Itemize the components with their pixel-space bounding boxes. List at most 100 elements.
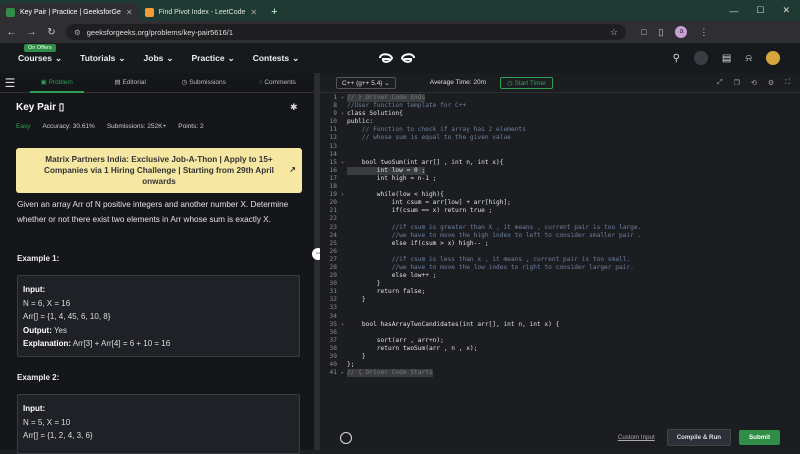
menu-tutorials[interactable]: Tutorials ⌄ bbox=[80, 53, 125, 64]
code-line[interactable]: 27 //if csum is less than x , it means ,… bbox=[320, 256, 800, 264]
menu-practice[interactable]: Practice ⌄ bbox=[192, 53, 235, 64]
code-line[interactable]: 31 return false; bbox=[320, 288, 800, 296]
code-line[interactable]: 16 int low = 0 ; bbox=[320, 166, 800, 175]
browser-tab-leetcode[interactable]: Find Pivot Index - LeetCode ✕ bbox=[139, 3, 263, 21]
bookmark-star-icon[interactable]: ☆ bbox=[610, 27, 618, 38]
code-line[interactable]: 15 ▾ bool twoSum(int arr[] , int n, int x… bbox=[320, 159, 800, 167]
code-line[interactable]: 36 bbox=[320, 329, 800, 337]
code-text: } bbox=[347, 280, 381, 288]
code-line[interactable]: 13 bbox=[320, 143, 800, 151]
submit-button[interactable]: Submit bbox=[739, 430, 780, 445]
code-line[interactable]: 24 //we have to move the high index to l… bbox=[320, 232, 800, 240]
code-line[interactable]: 28 //we have to move the low index to ri… bbox=[320, 264, 800, 272]
compile-run-button[interactable]: Compile & Run bbox=[666, 429, 732, 446]
fold-arrow-icon bbox=[341, 215, 347, 223]
custom-input-link[interactable]: Custom Input bbox=[618, 434, 655, 441]
code-line[interactable]: 40}; bbox=[320, 361, 800, 369]
code-text: public: bbox=[347, 118, 374, 126]
code-line[interactable]: 19 ▾ while(low < high){ bbox=[320, 191, 800, 199]
code-text: int csum = arr[low] + arr[high]; bbox=[347, 199, 511, 207]
language-select[interactable]: C++ (g++ 5.4) ⌄ bbox=[336, 76, 396, 89]
tab-problem[interactable]: ▣ Problem bbox=[20, 73, 94, 93]
code-line[interactable]: 17 int high = n-1 ; bbox=[320, 175, 800, 183]
code-line[interactable]: 18 bbox=[320, 183, 800, 191]
hiring-banner[interactable]: Matrix Partners India: Exclusive Job-A-T… bbox=[16, 148, 302, 193]
problem-title: Key Pair ▯ bbox=[16, 102, 65, 113]
code-line[interactable]: 23 //if csum is greater than X , it mean… bbox=[320, 224, 800, 232]
settings-icon[interactable]: ⚙ bbox=[768, 79, 774, 87]
code-line[interactable]: 34 bbox=[320, 313, 800, 321]
menu-jobs[interactable]: Jobs ⌄ bbox=[144, 53, 174, 64]
line-number: 13 bbox=[329, 142, 337, 150]
bookmark-icon[interactable]: ▯ bbox=[56, 102, 65, 113]
new-tab-button[interactable]: + bbox=[263, 6, 285, 21]
notifications-icon[interactable]: ⍾ bbox=[745, 53, 752, 64]
site-info-icon[interactable]: ⚙ bbox=[74, 28, 81, 37]
code-line[interactable]: 25 else if(csum > x) high-- ; bbox=[320, 240, 800, 248]
user-avatar[interactable] bbox=[766, 51, 780, 65]
line-number: 11 bbox=[329, 126, 337, 134]
fullscreen-icon[interactable]: ⤢ bbox=[717, 79, 723, 87]
back-icon[interactable]: ← bbox=[6, 27, 17, 38]
code-line[interactable]: 35 ▾ bool hasArrayTwoCandidates(int arr[]… bbox=[320, 321, 800, 329]
code-line[interactable]: 30 } bbox=[320, 280, 800, 288]
code-line[interactable]: 1 ▾// } Driver Code Ends bbox=[320, 94, 800, 103]
tab-editorial[interactable]: ▤ Editorial bbox=[94, 73, 168, 93]
minimize-icon[interactable]: — bbox=[729, 6, 738, 16]
code-line[interactable]: 9 ▾ class Solution{ bbox=[320, 110, 800, 118]
url-bar[interactable]: ⚙ geeksforgeeks.org/problems/key-pair561… bbox=[66, 24, 626, 40]
code-line[interactable]: 26 bbox=[320, 248, 800, 256]
code-line[interactable]: 21 if(csum == x) return true ; bbox=[320, 207, 800, 215]
submissions-icon: ◷ bbox=[181, 78, 190, 86]
browser-tab-keypair[interactable]: Key Pair | Practice | GeeksforGe ✕ bbox=[0, 3, 139, 21]
browser-menu-icon[interactable]: ⋮ bbox=[699, 27, 708, 38]
tab-comments[interactable]: ◌ Comments bbox=[241, 73, 315, 93]
menu-courses[interactable]: Courses ⌄ bbox=[18, 53, 62, 64]
problem-panel: ☰ ▣ Problem ▤ Editorial ◷ Submissions ◌ … bbox=[0, 73, 315, 454]
code-editor[interactable]: 1 ▾// } Driver Code Ends 8 //User function … bbox=[320, 94, 800, 386]
code-line[interactable]: 37 sort(arr , arr+n); bbox=[320, 337, 800, 345]
code-line[interactable]: 11 // Function to check if array has 2 e… bbox=[320, 126, 800, 134]
chevron-down-icon: ⌄ bbox=[55, 52, 63, 63]
maximize-icon[interactable]: ☐ bbox=[756, 5, 764, 16]
tab-submissions[interactable]: ◷ Submissions bbox=[167, 73, 241, 93]
menu-contests[interactable]: Contests ⌄ bbox=[253, 53, 300, 64]
theme-sun-icon[interactable] bbox=[340, 431, 352, 444]
code-line[interactable]: 32 } bbox=[320, 296, 800, 304]
sidepanel-icon[interactable]: ▯ bbox=[658, 27, 663, 38]
code-line[interactable]: 38 return twoSum(arr , n , x); bbox=[320, 345, 800, 353]
code-line[interactable]: 41 ▸// { Driver Code Starts bbox=[320, 369, 800, 378]
theme-toggle-icon[interactable] bbox=[693, 51, 708, 65]
close-window-icon[interactable]: ✕ bbox=[782, 5, 790, 16]
code-line[interactable]: 29 else low++ ; bbox=[320, 272, 800, 280]
reset-icon[interactable]: ⟲ bbox=[751, 79, 757, 87]
code-line[interactable]: 22 bbox=[320, 215, 800, 223]
search-icon[interactable]: ⚲ bbox=[673, 53, 680, 64]
gfg-logo-icon[interactable] bbox=[378, 51, 416, 65]
line-number: 25 bbox=[329, 239, 337, 247]
code-line[interactable]: 12 // whose sum is equal to the given va… bbox=[320, 134, 800, 142]
close-tab-icon[interactable]: ✕ bbox=[126, 8, 133, 17]
code-line[interactable]: 20 int csum = arr[low] + arr[high]; bbox=[320, 199, 800, 207]
report-bug-icon[interactable]: ✱ bbox=[290, 102, 298, 113]
code-line[interactable]: 33 bbox=[320, 304, 800, 312]
code-line[interactable]: 10 public: bbox=[320, 118, 800, 126]
expand-icon[interactable]: ⛶ bbox=[785, 79, 790, 87]
reload-icon[interactable]: ↻ bbox=[46, 27, 57, 38]
code-line[interactable]: 39 } bbox=[320, 353, 800, 361]
code-line[interactable]: 8 //User function template for C++ bbox=[320, 102, 800, 110]
code-line[interactable]: 14 bbox=[320, 151, 800, 159]
hamburger-menu-icon[interactable]: ☰ bbox=[0, 76, 20, 90]
start-timer-button[interactable]: ◷ Start Timer bbox=[500, 76, 554, 89]
line-number: 34 bbox=[329, 312, 337, 320]
line-number: 14 bbox=[329, 150, 337, 158]
example1-box: Input: N = 6, X = 16 Arr[] = {1, 4, 45, … bbox=[17, 275, 300, 357]
extensions-icon[interactable]: □ bbox=[641, 27, 646, 37]
line-number: 29 bbox=[329, 272, 337, 280]
forward-icon[interactable]: → bbox=[26, 27, 37, 38]
notes-icon[interactable]: ▤ bbox=[722, 53, 731, 64]
profile-avatar[interactable]: a bbox=[675, 26, 688, 38]
close-tab-icon[interactable]: ✕ bbox=[250, 8, 257, 17]
code-text: //we have to move the high index to left… bbox=[347, 231, 642, 239]
copy-icon[interactable]: ❐ bbox=[734, 79, 740, 87]
